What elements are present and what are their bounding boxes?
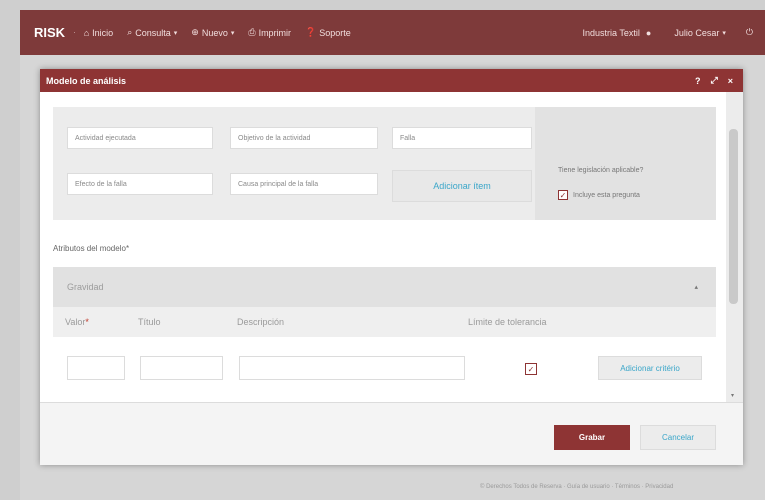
close-icon[interactable]: × [728,76,733,86]
location-icon: ● [645,27,652,38]
chevron-down-icon: ▾ [173,29,178,37]
column-titulo: Título [138,317,161,327]
falla-input[interactable]: Falla [392,127,532,149]
valor-input[interactable] [67,356,125,380]
chevron-down-icon: ▾ [230,29,235,37]
search-icon: ⌕ [127,27,133,37]
column-descripcion: Descripción [237,317,285,327]
main-nav: ⌂ Inicio ⌕ Consulta ▾ ⊕ Nuevo ▾ ⎙ Imprim… [84,27,365,38]
help-icon: ❓ [305,27,317,37]
power-icon[interactable]: ⏻ [746,27,753,38]
include-question-label: Incluye esta pregunta [573,191,640,199]
attributes-section-label: Atributos del modelo* [53,244,129,253]
nav-right: Industria Textil ● Julio Cesar ▾ ⏻ [583,27,753,38]
nav-item-soporte[interactable]: ❓ Soporte [305,27,351,38]
user-name: Julio Cesar [674,27,720,38]
home-icon: ⌂ [83,27,90,38]
criteria-header: Valor* Título Descripción Límite de tole… [53,307,716,337]
top-navbar: RISK · ⌂ Inicio ⌕ Consulta ▾ ⊕ Nuevo ▾ ⎙… [20,10,765,55]
dialog-title: Modelo de análisis [46,75,127,86]
user-menu[interactable]: Julio Cesar ▾ [674,28,726,38]
required-marker: * [85,317,89,327]
include-question-option: ✓ Incluye esta pregunta [558,190,640,200]
help-icon[interactable]: ? [695,76,701,86]
add-item-button[interactable]: Adicionar ítem [392,170,532,202]
company-name: Industria Textil [582,27,640,38]
attributes-label-text: Atributos del modelo [53,244,126,253]
dialog-footer: Grabar Cancelar [40,402,743,465]
actividad-ejecutada-input[interactable]: Actividad ejecutada [67,127,213,149]
causa-principal-input[interactable]: Causa principal de la falla [230,173,378,195]
brand-separator: · [73,28,76,37]
expand-icon[interactable]: ⤢ [711,75,718,86]
nav-item-inicio[interactable]: ⌂ Inicio [84,28,113,38]
page-footer: © Derechos Todos de Reserva · Guía de us… [480,484,674,490]
nav-item-label: Nuevo [201,27,228,38]
print-icon: ⎙ [248,27,256,37]
legislation-question: Tiene legislación aplicable? [558,167,644,174]
efecto-falla-input[interactable]: Efecto de la falla [67,173,213,195]
nav-item-label: Soporte [319,27,351,38]
nav-item-label: Imprimir [258,27,292,38]
company-selector[interactable]: Industria Textil ● [583,28,655,38]
criteria-row: ✓ Adicionar critério [53,337,716,402]
nav-item-label: Consulta [135,27,171,38]
nav-item-consulta[interactable]: ⌕ Consulta ▾ [127,27,177,38]
save-button[interactable]: Grabar [554,425,630,450]
required-marker: * [125,244,130,253]
objetivo-actividad-input[interactable]: Objetivo de la actividad [230,127,378,149]
brand-logo[interactable]: RISK [34,25,65,40]
dialog-body: Actividad ejecutada Objetivo de la activ… [40,92,726,402]
descripcion-input[interactable] [239,356,465,380]
column-valor-label: Valor [65,317,86,327]
legislation-panel [535,107,716,220]
titulo-input[interactable] [140,356,223,380]
gravity-accordion[interactable]: Gravidad ▴ [53,267,716,307]
nav-item-label: Inicio [92,27,114,38]
scrollbar-thumb[interactable] [729,129,738,304]
nav-item-imprimir[interactable]: ⎙ Imprimir [248,27,291,38]
include-question-checkbox[interactable]: ✓ [558,190,568,200]
add-criterion-button[interactable]: Adicionar critério [598,356,702,380]
dialog-scrollbar[interactable]: ▾ [726,92,743,402]
column-valor: Valor* [65,317,89,327]
tolerance-limit-checkbox[interactable]: ✓ [525,363,537,375]
nav-item-nuevo[interactable]: ⊕ Nuevo ▾ [191,27,234,38]
chevron-down-icon: ▾ [722,29,726,37]
column-limite-tolerancia: Límite de tolerancia [468,317,547,327]
dialog-header: Modelo de análisis ? ⤢ × [40,69,743,92]
plus-circle-icon: ⊕ [191,27,199,37]
gravity-title: Gravidad [67,282,104,292]
chevron-up-icon: ▴ [694,284,698,291]
cancel-button[interactable]: Cancelar [640,425,716,450]
analysis-model-dialog: Modelo de análisis ? ⤢ × Actividad ejecu… [40,69,743,465]
scroll-down-icon[interactable]: ▾ [731,392,734,399]
